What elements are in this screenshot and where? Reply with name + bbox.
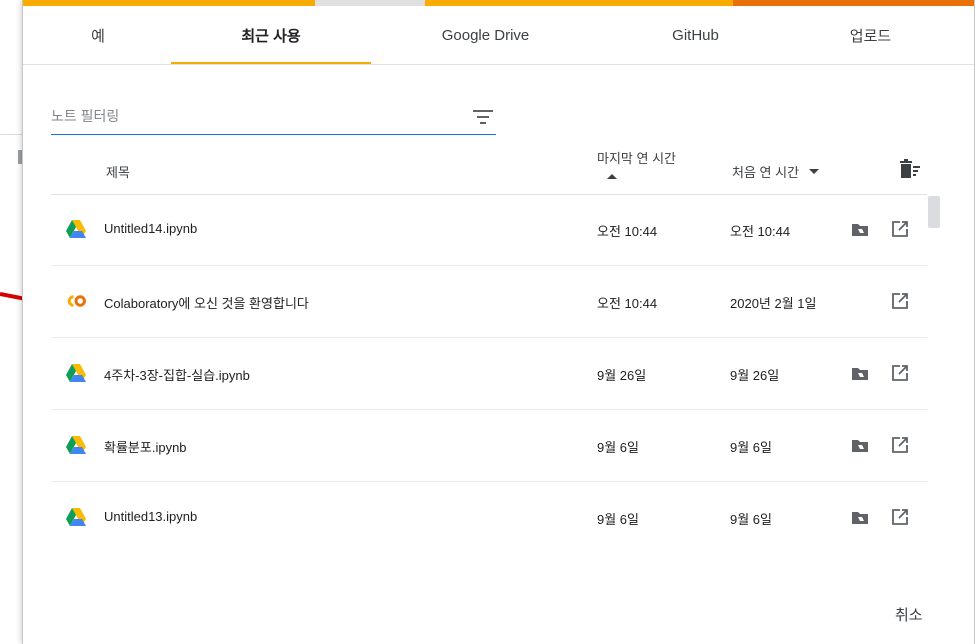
trash-icon[interactable] — [897, 158, 921, 180]
notebook-name: Untitled13.ipynb — [104, 509, 198, 524]
drive-folder-icon[interactable] — [851, 366, 869, 381]
first-opened: 오전 10:44 — [730, 224, 791, 239]
column-last-opened[interactable]: 마지막 연 시간 — [597, 148, 676, 179]
column-title: 제목 — [106, 165, 130, 180]
notebook-name: 확률분포.ipynb — [104, 440, 187, 455]
drive-folder-icon[interactable] — [851, 222, 869, 237]
open-notebook-dialog: 예 최근 사용 Google Drive GitHub 업로드 제목 마지막 연… — [22, 0, 975, 644]
table-row[interactable]: Untitled14.ipynb 오전 10:44 오전 10:44 — [51, 194, 927, 266]
colab-icon — [67, 295, 86, 307]
open-in-new-tab-icon[interactable] — [891, 436, 909, 454]
column-last-opened-label: 마지막 연 시간 — [597, 151, 676, 166]
drive-folder-icon[interactable] — [851, 438, 869, 453]
last-opened: 9월 26일 — [597, 368, 647, 383]
open-in-new-tab-icon[interactable] — [891, 292, 909, 310]
notebook-list: Untitled14.ipynb 오전 10:44 오전 10:44 Colab… — [51, 194, 927, 553]
last-opened: 9월 6일 — [597, 512, 639, 527]
table-row[interactable]: Colaboratory에 오신 것을 환영합니다 오전 10:44 2020년… — [51, 266, 927, 338]
notebook-name: 4주차-3장-집합-실습.ipynb — [104, 368, 250, 383]
first-opened: 2020년 2월 1일 — [730, 296, 817, 311]
google-drive-icon — [66, 220, 86, 238]
open-in-new-tab-icon[interactable] — [891, 364, 909, 382]
table-row[interactable]: 확률분포.ipynb 9월 6일 9월 6일 — [51, 410, 927, 482]
tab-bar: 예 최근 사용 Google Drive GitHub 업로드 — [23, 6, 974, 65]
google-drive-icon — [66, 436, 86, 454]
tab-github[interactable]: GitHub — [593, 6, 798, 64]
scrollbar[interactable] — [927, 194, 941, 554]
open-in-new-tab-icon[interactable] — [891, 508, 909, 526]
tab-examples[interactable]: 예 — [53, 6, 143, 64]
tab-recent[interactable]: 최근 사용 — [171, 6, 371, 64]
filter-field — [51, 100, 496, 135]
last-opened: 오전 10:44 — [597, 224, 658, 239]
google-drive-icon — [66, 508, 86, 526]
sort-descending-icon — [809, 169, 820, 174]
tab-google-drive[interactable]: Google Drive — [383, 6, 588, 64]
scrollbar-thumb[interactable] — [928, 196, 940, 228]
google-drive-icon — [66, 364, 86, 382]
tab-upload[interactable]: 업로드 — [803, 6, 938, 64]
first-opened: 9월 6일 — [730, 512, 772, 527]
first-opened: 9월 6일 — [730, 440, 772, 455]
open-in-new-tab-icon[interactable] — [891, 220, 909, 238]
filter-input[interactable] — [51, 104, 451, 128]
table-header: 제목 마지막 연 시간 처음 연 시간 — [51, 144, 927, 195]
filter-list-icon[interactable] — [472, 108, 494, 126]
background-divider — [0, 134, 22, 135]
cancel-button[interactable]: 취소 — [895, 604, 923, 625]
first-opened: 9월 26일 — [730, 368, 780, 383]
table-row[interactable]: Untitled13.ipynb 9월 6일 9월 6일 — [51, 482, 927, 553]
last-opened: 9월 6일 — [597, 440, 639, 455]
table-row[interactable]: 4주차-3장-집합-실습.ipynb 9월 26일 9월 26일 — [51, 338, 927, 410]
column-first-opened[interactable]: 처음 연 시간 — [732, 162, 820, 181]
notebook-name: Untitled14.ipynb — [104, 221, 198, 236]
sort-ascending-icon — [607, 174, 617, 179]
drive-folder-icon[interactable] — [851, 510, 869, 525]
column-first-opened-label: 처음 연 시간 — [732, 165, 800, 180]
notebook-name: Colaboratory에 오신 것을 환영합니다 — [104, 296, 309, 311]
last-opened: 오전 10:44 — [597, 296, 658, 311]
